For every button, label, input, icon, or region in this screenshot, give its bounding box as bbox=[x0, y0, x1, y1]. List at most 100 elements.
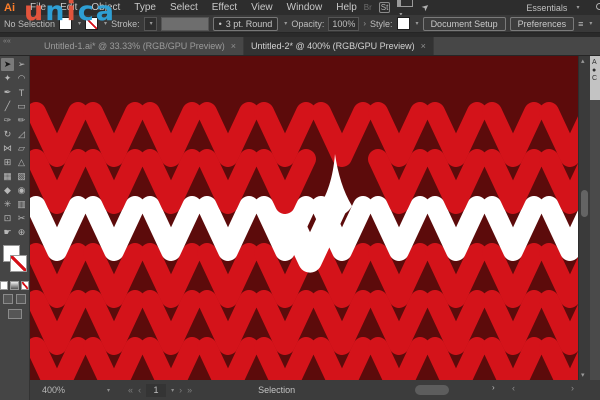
panel-edge-glyph: A bbox=[592, 59, 597, 66]
draw-behind-button[interactable] bbox=[16, 294, 26, 304]
chevron-down-icon: ▾ bbox=[576, 5, 580, 11]
search-icon[interactable] bbox=[596, 3, 600, 12]
none-button[interactable] bbox=[20, 281, 29, 290]
menu-type[interactable]: Type bbox=[127, 0, 163, 15]
menu-items: File Edit Object Type Select Effect View Window… bbox=[23, 0, 364, 15]
color-mode-row bbox=[0, 281, 29, 290]
column-graph-tool-icon[interactable]: ▥ bbox=[15, 198, 28, 211]
preferences-button[interactable]: Preferences bbox=[509, 16, 575, 31]
free-transform-tool-icon[interactable]: ▱ bbox=[15, 142, 28, 155]
blend-tool-icon[interactable]: ◉ bbox=[15, 184, 28, 197]
status-bar: 400% ▾ « ‹ 1 ▾ › » Selection › ‹ › bbox=[30, 380, 600, 400]
collapse-tools-icon[interactable]: «« bbox=[0, 37, 37, 55]
symbol-sprayer-tool-icon[interactable]: ✳ bbox=[1, 198, 14, 211]
artboard-tool-icon[interactable]: ⊡ bbox=[1, 212, 14, 225]
fill-stroke-widget bbox=[0, 243, 29, 279]
opacity-arrow-icon[interactable]: › bbox=[363, 19, 366, 28]
mesh-tool-icon[interactable]: ▦ bbox=[1, 170, 14, 183]
brush-preview[interactable] bbox=[160, 16, 209, 31]
workspace-switcher[interactable]: Essentials bbox=[526, 3, 567, 13]
bridge-icon[interactable]: Br bbox=[364, 3, 372, 12]
chevron-down-icon: ▾ bbox=[589, 21, 593, 27]
scroll-up-icon[interactable]: ▴ bbox=[581, 57, 585, 65]
scroll-right-icon[interactable]: › bbox=[571, 383, 574, 393]
stroke-swatch[interactable] bbox=[10, 255, 27, 272]
color-button[interactable] bbox=[0, 281, 9, 290]
menu-select[interactable]: Select bbox=[163, 0, 205, 15]
chevron-down-icon[interactable]: ▾ bbox=[104, 20, 107, 27]
close-icon[interactable]: × bbox=[421, 41, 426, 51]
opacity-field[interactable]: 100% bbox=[328, 16, 360, 31]
artboard-canvas[interactable] bbox=[30, 56, 578, 380]
last-artboard-icon[interactable]: » bbox=[187, 385, 192, 395]
prev-artboard-icon[interactable]: ‹ bbox=[138, 385, 141, 395]
vertical-scroll-thumb[interactable] bbox=[581, 190, 588, 217]
gradient-button[interactable] bbox=[10, 281, 19, 290]
paintbrush-tool-icon[interactable]: ✑ bbox=[1, 114, 14, 127]
gradient-tool-icon[interactable]: ▧ bbox=[15, 170, 28, 183]
pen-tool-icon[interactable]: ✒ bbox=[1, 86, 14, 99]
chevron-down-icon[interactable]: ▾ bbox=[284, 20, 287, 27]
zoom-level[interactable]: 400% bbox=[42, 385, 65, 395]
vertical-scrollbar[interactable]: ▴ ▾ bbox=[578, 56, 590, 380]
menu-window[interactable]: Window bbox=[280, 0, 330, 15]
chevron-down-icon: ▾ bbox=[149, 21, 153, 27]
stroke-swatch[interactable] bbox=[85, 17, 99, 30]
artboard-number[interactable]: 1 bbox=[146, 383, 167, 397]
menu-object[interactable]: Object bbox=[84, 0, 127, 15]
scale-tool-icon[interactable]: ◿ bbox=[15, 128, 28, 141]
rotate-tool-icon[interactable]: ↻ bbox=[1, 128, 14, 141]
zoom-tool-icon[interactable]: ⊕ bbox=[15, 226, 28, 239]
menu-help[interactable]: Help bbox=[329, 0, 364, 15]
magic-wand-tool-icon[interactable]: ✦ bbox=[1, 72, 14, 85]
perspective-grid-tool-icon[interactable]: △ bbox=[15, 156, 28, 169]
rectangle-tool-icon[interactable]: ▭ bbox=[15, 100, 28, 113]
pencil-tool-icon[interactable]: ✏ bbox=[15, 114, 28, 127]
width-tool-icon[interactable]: ⋈ bbox=[1, 142, 14, 155]
stock-icon[interactable]: St bbox=[378, 2, 391, 13]
share-icon[interactable]: ➤ bbox=[419, 1, 432, 14]
stroke-weight-dropdown[interactable]: ▾ bbox=[143, 16, 157, 31]
draw-normal-button[interactable] bbox=[3, 294, 13, 304]
first-artboard-icon[interactable]: « bbox=[128, 385, 133, 395]
menu-view[interactable]: View bbox=[244, 0, 280, 15]
horizontal-scroll-thumb[interactable] bbox=[415, 385, 449, 395]
scroll-down-icon[interactable]: ▾ bbox=[581, 371, 585, 379]
screen-mode-button[interactable] bbox=[7, 309, 22, 319]
chevron-down-icon[interactable]: ▾ bbox=[78, 20, 81, 27]
style-label: Style: bbox=[370, 18, 393, 29]
fill-swatch[interactable] bbox=[59, 17, 73, 30]
hand-tool-icon[interactable]: ☛ bbox=[1, 226, 14, 239]
document-setup-button[interactable]: Document Setup bbox=[422, 16, 506, 31]
scroll-left-icon[interactable]: ‹ bbox=[512, 383, 515, 393]
lasso-tool-icon[interactable]: ◠ bbox=[15, 72, 28, 85]
brush-preset-dropdown[interactable]: • 3 pt. Round bbox=[212, 16, 279, 31]
panel-edge-glyph: ● bbox=[592, 67, 597, 74]
menu-effect[interactable]: Effect bbox=[205, 0, 244, 15]
menu-edit[interactable]: Edit bbox=[53, 0, 84, 15]
document-tab[interactable]: Untitled-1.ai* @ 33.33% (RGB/GPU Preview… bbox=[37, 37, 244, 55]
shape-builder-tool-icon[interactable]: ⊞ bbox=[1, 156, 14, 169]
selection-tool-icon[interactable]: ➤ bbox=[1, 58, 14, 71]
eyedropper-tool-icon[interactable]: ◆ bbox=[1, 184, 14, 197]
document-tab-bar: «« Untitled-1.ai* @ 33.33% (RGB/GPU Prev… bbox=[0, 37, 600, 56]
tabs: Untitled-1.ai* @ 33.33% (RGB/GPU Preview… bbox=[37, 37, 434, 55]
direct-selection-tool-icon[interactable]: ➢ bbox=[15, 58, 28, 71]
stroke-label: Stroke: bbox=[111, 18, 140, 29]
line-segment-tool-icon[interactable]: ╱ bbox=[1, 100, 14, 113]
chevron-down-icon[interactable]: ▾ bbox=[416, 20, 419, 27]
menu-file[interactable]: File bbox=[23, 0, 53, 15]
chevron-down-icon[interactable]: ▾ bbox=[171, 387, 174, 394]
brush-preset-value: 3 pt. Round bbox=[225, 18, 273, 29]
scroll-right-icon[interactable]: › bbox=[492, 383, 495, 392]
style-swatch[interactable] bbox=[396, 17, 410, 30]
app-icon[interactable]: Ai bbox=[4, 2, 15, 14]
type-tool-icon[interactable]: T bbox=[15, 86, 28, 99]
tools-panel: ➤ ➢ ✦ ◠ ✒ T ╱ ▭ ✑ ✏ ↻ ◿ ⋈ ▱ ⊞ △ ▦ ▧ ◆ ◉ ✳ ▥ ⊡ ✂ ☛ ⊕ bbox=[0, 56, 30, 400]
slice-tool-icon[interactable]: ✂ bbox=[15, 212, 28, 225]
align-options-icon[interactable]: ≡ bbox=[578, 19, 583, 29]
chevron-down-icon[interactable]: ▾ bbox=[107, 387, 110, 394]
next-artboard-icon[interactable]: › bbox=[179, 385, 182, 395]
close-icon[interactable]: × bbox=[231, 41, 236, 51]
document-tab[interactable]: Untitled-2* @ 400% (RGB/GPU Preview) × bbox=[243, 37, 434, 55]
